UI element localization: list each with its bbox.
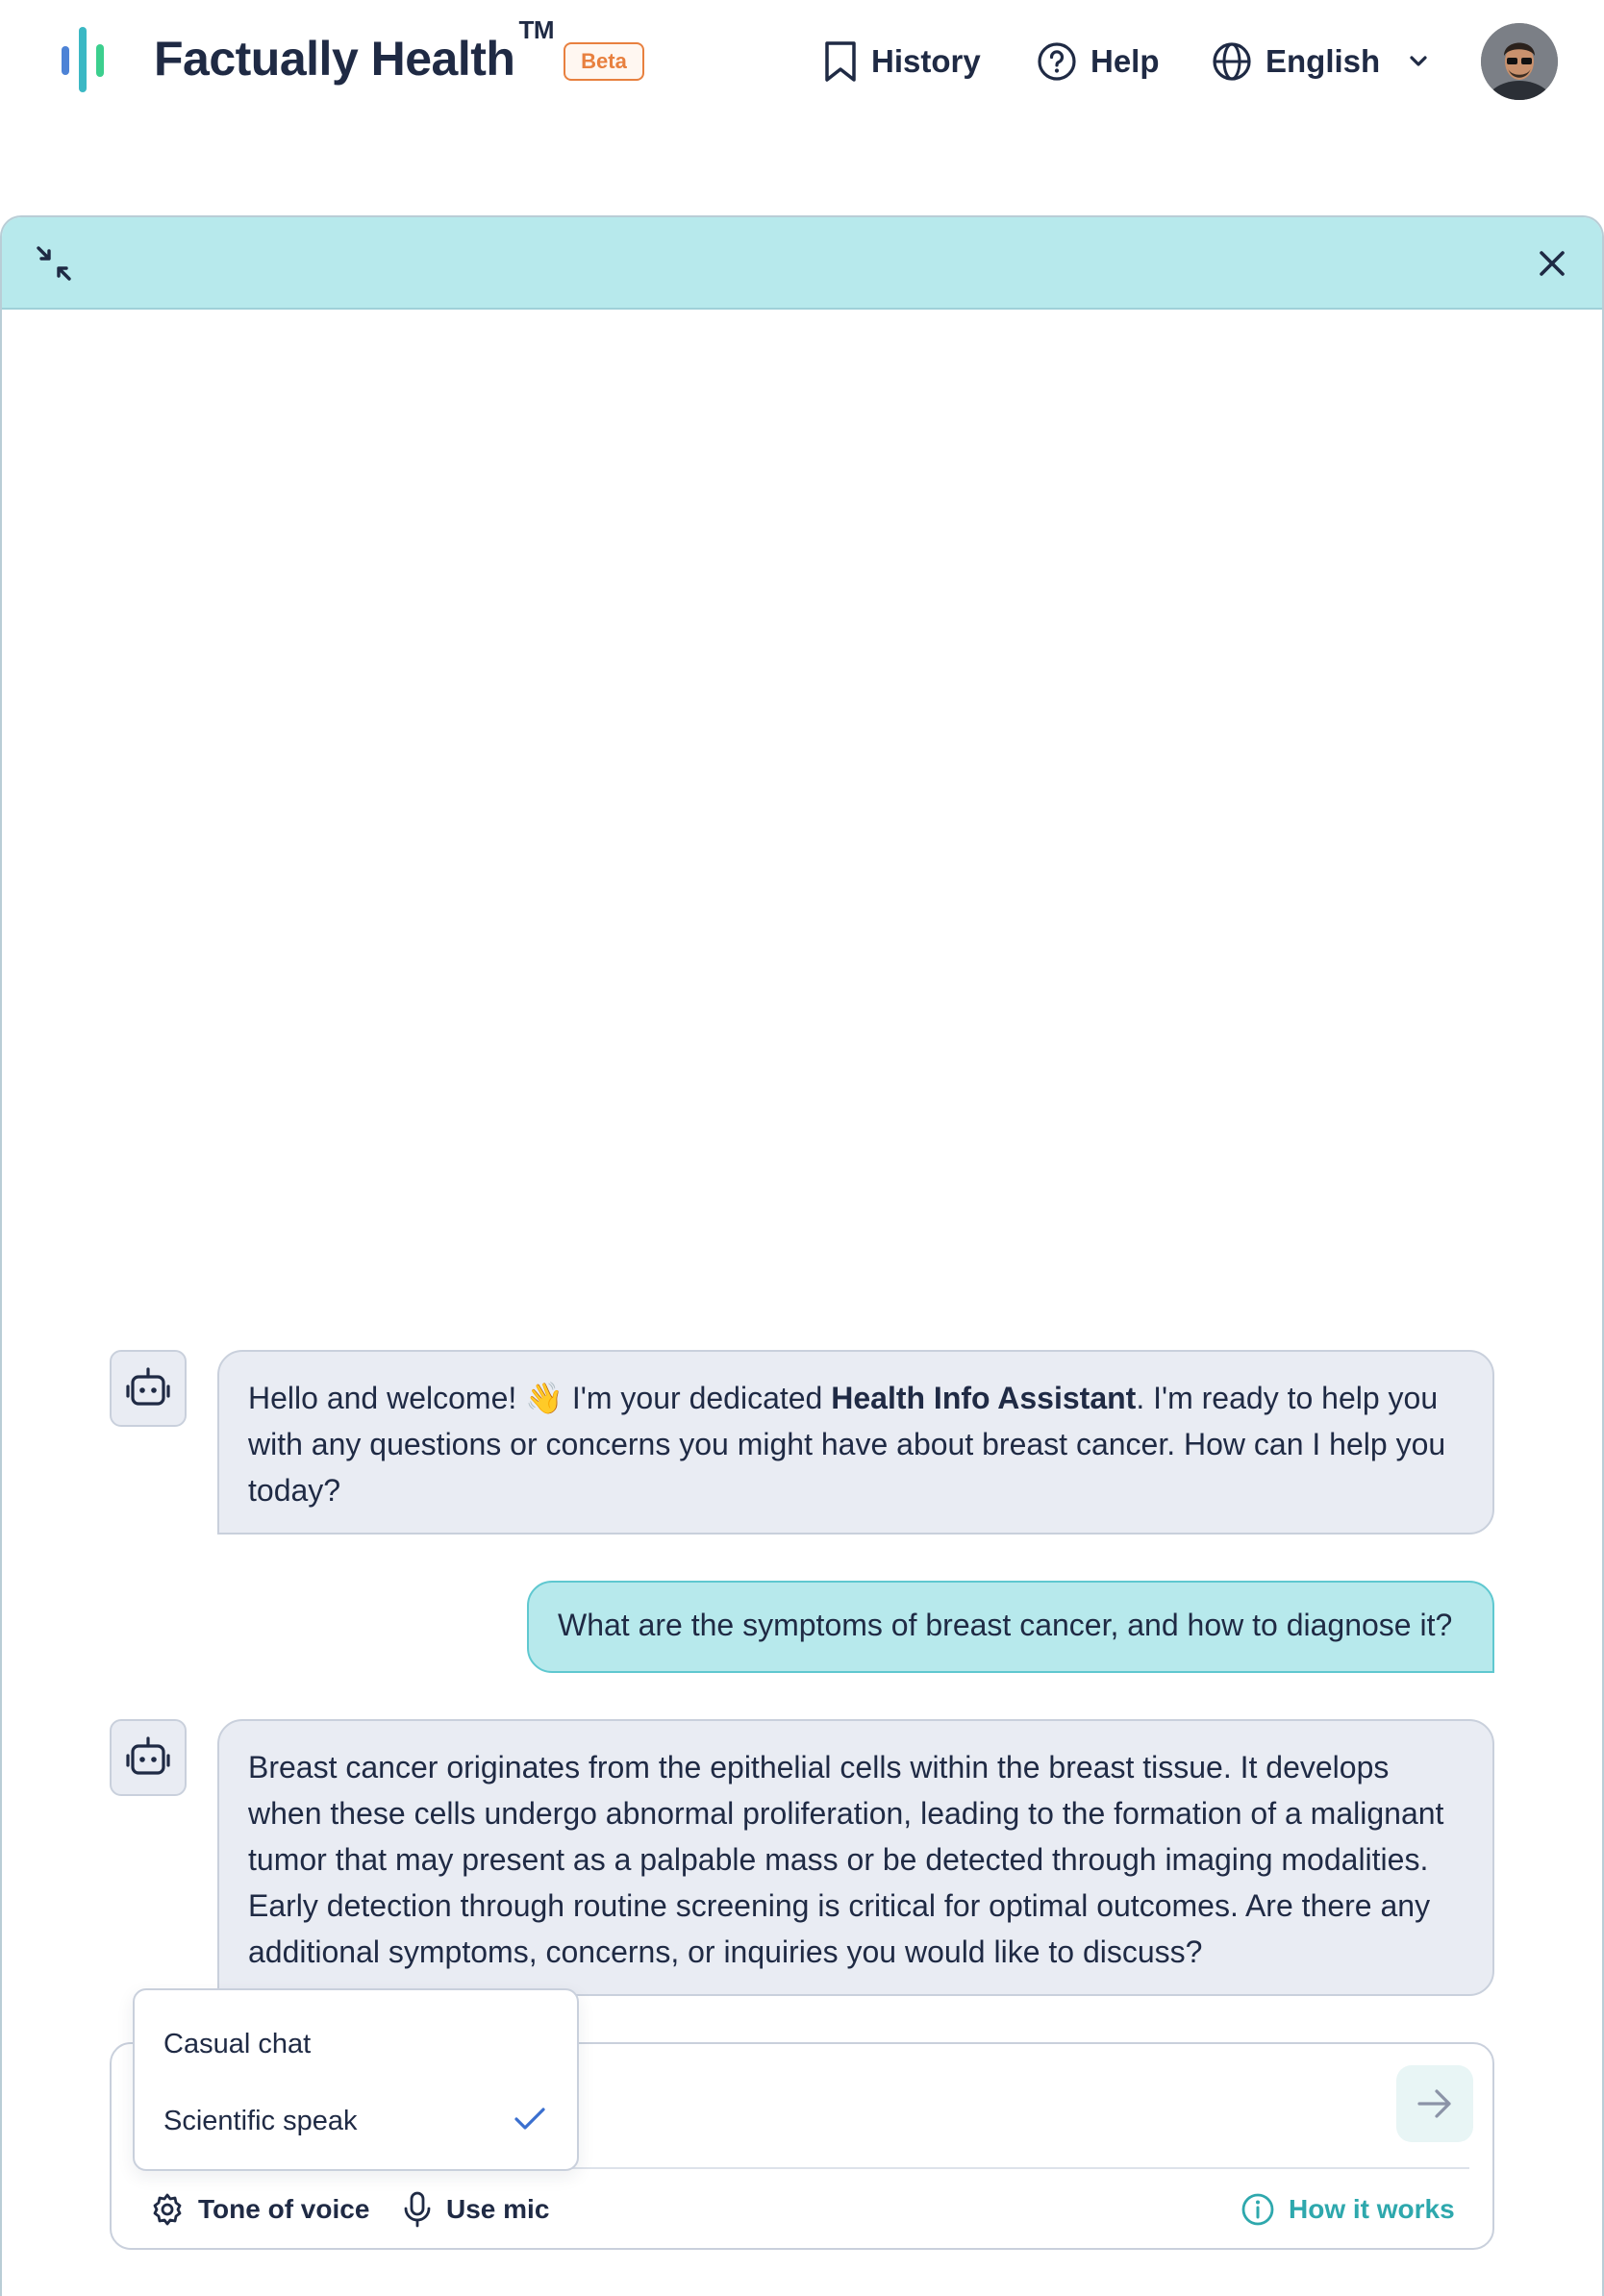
trademark-mark: TM (518, 15, 554, 45)
collapse-button[interactable] (33, 242, 75, 285)
microphone-icon (404, 2191, 431, 2228)
message-text: What are the symptoms of breast cancer, … (558, 1608, 1453, 1642)
send-button[interactable] (1396, 2065, 1473, 2142)
tone-of-voice-button[interactable]: Tone of voice (150, 2188, 369, 2231)
arrow-right-icon (1417, 2089, 1451, 2118)
info-icon (1241, 2193, 1274, 2226)
gear-icon (153, 2193, 182, 2226)
assistant-avatar (110, 1719, 187, 1796)
robot-icon (126, 1736, 170, 1775)
user-message: What are the symptoms of breast cancer, … (527, 1581, 1494, 1673)
close-button[interactable] (1531, 242, 1573, 285)
tone-option-label: Casual chat (163, 2028, 312, 2059)
brand-name[interactable]: Factually HealthTM (154, 15, 554, 87)
how-it-works-link[interactable]: How it works (1241, 2188, 1455, 2231)
tone-option-scientific[interactable]: Scientific speak (135, 2083, 577, 2159)
chat-panel-toolbar (2, 217, 1602, 310)
assistant-message: Hello and welcome! 👋 I'm your dedicated … (217, 1350, 1494, 1535)
language-selector[interactable]: English (1212, 35, 1428, 88)
tone-of-voice-label: Tone of voice (198, 2194, 370, 2224)
nav-help[interactable]: Help (1037, 35, 1160, 88)
tone-option-casual[interactable]: Casual chat (135, 2006, 577, 2083)
nav-history[interactable]: History (823, 35, 981, 88)
checkmark-icon (514, 2108, 545, 2130)
nav-help-label: Help (1090, 43, 1160, 79)
use-mic-label: Use mic (446, 2194, 550, 2224)
message-text: Breast cancer originates from the epithe… (248, 1750, 1444, 1969)
assistant-avatar (110, 1350, 187, 1427)
collapse-arrows-icon (37, 246, 71, 281)
question-circle-icon (1038, 42, 1076, 81)
robot-icon (126, 1367, 170, 1406)
tone-option-label: Scientific speak (163, 2105, 358, 2136)
beta-badge: Beta (564, 42, 644, 81)
how-it-works-label: How it works (1289, 2194, 1455, 2224)
assistant-name: Health Info Assistant (831, 1381, 1137, 1415)
logo-icon[interactable] (58, 27, 112, 94)
close-icon (1540, 251, 1565, 276)
top-header: Factually HealthTM Beta History Help Eng… (0, 0, 1604, 125)
bookmark-icon (825, 41, 856, 82)
user-avatar[interactable] (1481, 23, 1558, 100)
assistant-message: Breast cancer originates from the epithe… (217, 1719, 1494, 1996)
nav-history-label: History (871, 43, 981, 79)
tone-of-voice-menu: Casual chat Scientific speak (133, 1988, 579, 2171)
message-text: Hello and welcome! 👋 I'm your dedicated (248, 1381, 832, 1415)
use-mic-button[interactable]: Use mic (402, 2188, 549, 2231)
chevron-down-icon (1410, 56, 1427, 66)
language-label: English (1266, 43, 1381, 79)
globe-icon (1213, 42, 1251, 81)
